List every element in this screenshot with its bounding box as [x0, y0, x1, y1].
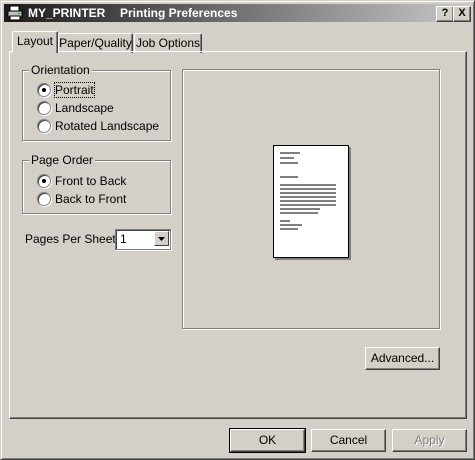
preview-line	[280, 176, 298, 178]
portrait-label[interactable]: Portrait	[54, 82, 95, 98]
preview-line	[280, 208, 320, 210]
tab-job-options[interactable]: Job Options	[134, 33, 202, 53]
ok-button-label: OK	[258, 433, 277, 447]
preview-line	[280, 204, 336, 206]
apply-button[interactable]: Apply	[392, 429, 467, 452]
preview-line	[280, 188, 336, 190]
tab-job-options-label: Job Options	[135, 36, 201, 50]
printing-preferences-window: MY_PRINTER Printing Preferences ? X Layo…	[0, 0, 475, 460]
radio-back-to-front[interactable]	[37, 192, 51, 206]
front-to-back-label[interactable]: Front to Back	[55, 174, 126, 188]
title-bar[interactable]: MY_PRINTER Printing Preferences ? X	[4, 4, 471, 22]
preview-line	[280, 192, 336, 194]
back-to-front-label[interactable]: Back to Front	[55, 192, 126, 206]
preview-line	[280, 184, 336, 186]
preview-line	[280, 220, 290, 222]
radio-selected-dot	[42, 179, 46, 183]
printer-icon	[7, 5, 23, 21]
preview-line	[280, 152, 300, 154]
tab-layout[interactable]: Layout	[12, 31, 58, 53]
ok-button[interactable]: OK	[229, 428, 306, 453]
apply-button-label: Apply	[414, 433, 445, 447]
radio-rotated-landscape[interactable]	[37, 119, 51, 133]
radio-selected-dot	[42, 88, 46, 92]
orientation-legend: Orientation	[29, 63, 92, 77]
help-button[interactable]: ?	[436, 6, 454, 22]
pages-per-sheet-label: Pages Per Sheet:	[25, 232, 120, 246]
radio-front-to-back[interactable]	[37, 174, 51, 188]
preview-line	[280, 196, 336, 198]
cancel-button[interactable]: Cancel	[311, 429, 386, 452]
tab-layout-label: Layout	[16, 34, 54, 48]
page-preview	[273, 145, 349, 258]
question-mark-icon: ?	[441, 7, 449, 19]
printer-name: MY_PRINTER	[28, 6, 106, 20]
pages-per-sheet-value: 1	[120, 232, 127, 246]
preview-line	[280, 228, 298, 230]
chevron-down-icon	[158, 237, 165, 241]
radio-landscape[interactable]	[37, 101, 51, 115]
dropdown-button[interactable]	[154, 231, 169, 246]
pages-per-sheet-select[interactable]: 1	[115, 229, 171, 250]
preview-line	[280, 200, 336, 202]
tab-paper-quality[interactable]: Paper/Quality	[58, 33, 133, 53]
preview-line	[280, 224, 302, 226]
rotated-landscape-label[interactable]: Rotated Landscape	[55, 119, 159, 133]
preview-line	[280, 212, 318, 214]
cancel-button-label: Cancel	[329, 433, 368, 447]
landscape-label[interactable]: Landscape	[55, 101, 114, 115]
radio-portrait[interactable]	[37, 83, 51, 97]
tab-paper-quality-label: Paper/Quality	[59, 36, 132, 50]
advanced-button[interactable]: Advanced...	[365, 347, 440, 370]
close-icon: X	[458, 7, 466, 19]
preview-line	[280, 162, 298, 164]
preview-line	[280, 157, 294, 159]
close-button[interactable]: X	[453, 6, 471, 22]
advanced-button-label: Advanced...	[370, 351, 435, 365]
window-title: Printing Preferences	[120, 6, 238, 20]
page-order-legend: Page Order	[29, 153, 96, 167]
